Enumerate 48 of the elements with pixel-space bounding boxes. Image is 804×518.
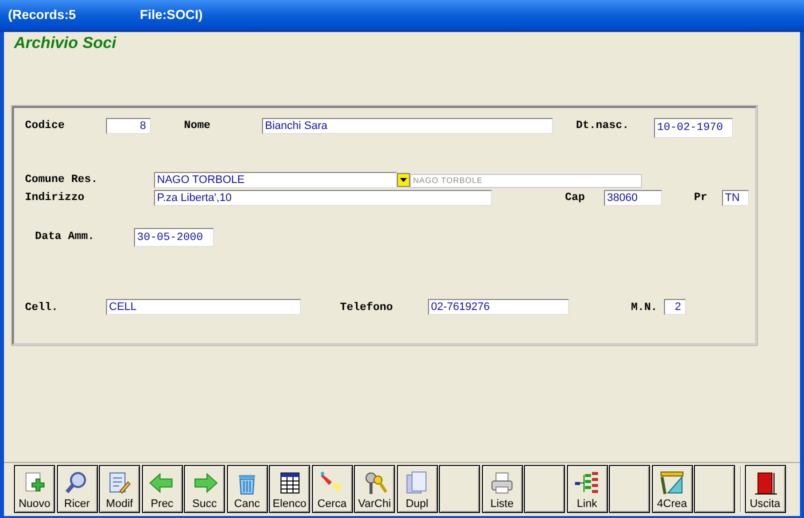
field-label: M.N.	[631, 302, 658, 315]
text-field[interactable]: P.za Liberta',10	[154, 190, 492, 206]
combo-field[interactable]: NAGO TORBOLE	[154, 172, 397, 188]
toolbar-button[interactable]: Canc	[226, 464, 268, 512]
field-label: Cell.	[25, 302, 58, 315]
toolbar-button[interactable]: Link	[566, 464, 608, 512]
toolbar-button[interactable]: Nuovo	[14, 464, 55, 512]
toolbar-button[interactable]: 4Crea	[652, 464, 692, 512]
field-label: Cap	[565, 192, 585, 205]
field-label: Codice	[25, 120, 65, 133]
toolbar-button[interactable]: Dupl	[396, 464, 438, 512]
text-field[interactable]: Bianchi Sara	[262, 118, 553, 134]
toolbar-button[interactable]: Cerca	[312, 464, 352, 512]
date-field[interactable]: 10-02-1970	[654, 118, 733, 138]
field-label: Nome	[184, 120, 210, 133]
field-label: Data Amm.	[35, 231, 94, 244]
empty-toolbar-button[interactable]	[609, 464, 650, 512]
empty-toolbar-button[interactable]	[694, 464, 735, 512]
tree-diagram-icon	[573, 470, 601, 494]
text-field[interactable]: 38060	[604, 190, 662, 206]
toolbar-button[interactable]: Liste	[482, 464, 522, 512]
field-label: Pr	[694, 192, 708, 205]
toolbar-button[interactable]: VarChi	[354, 464, 395, 512]
caret-icon	[400, 178, 407, 182]
lookup-field: NAGO TORBOLE	[410, 174, 642, 188]
ruler-triangle-icon	[658, 470, 686, 494]
toolbar-button[interactable]: Modif	[99, 464, 140, 512]
toolbar-button[interactable]: Prec	[142, 464, 182, 512]
field-label: Comune Res.	[25, 174, 98, 187]
toolbar-button[interactable]: Ricer	[56, 464, 98, 512]
field-label: Telefono	[340, 302, 393, 315]
number-field[interactable]: 8	[106, 118, 151, 134]
form-title: Archivio Soci	[14, 35, 116, 52]
empty-toolbar-button[interactable]	[439, 464, 480, 512]
toolbar-button[interactable]: Succ	[184, 464, 225, 512]
field-label: Dt.nasc.	[576, 120, 629, 133]
toolbar-button[interactable]: Uscita	[744, 464, 786, 512]
date-field[interactable]: 30-05-2000	[134, 228, 214, 247]
toolbar-button[interactable]: Elenco	[269, 464, 310, 512]
text-field[interactable]: 02-7619276	[428, 299, 569, 315]
window-title: File:SOCI)	[140, 6, 203, 24]
field-label: Indirizzo	[25, 192, 84, 205]
dropdown-button[interactable]	[397, 173, 410, 187]
text-field[interactable]: CELL	[106, 299, 301, 315]
number-field[interactable]: 2	[664, 299, 686, 315]
text-field[interactable]: TN	[722, 190, 749, 206]
window-title: (Records:5	[8, 6, 76, 24]
empty-toolbar-button[interactable]	[524, 464, 565, 512]
